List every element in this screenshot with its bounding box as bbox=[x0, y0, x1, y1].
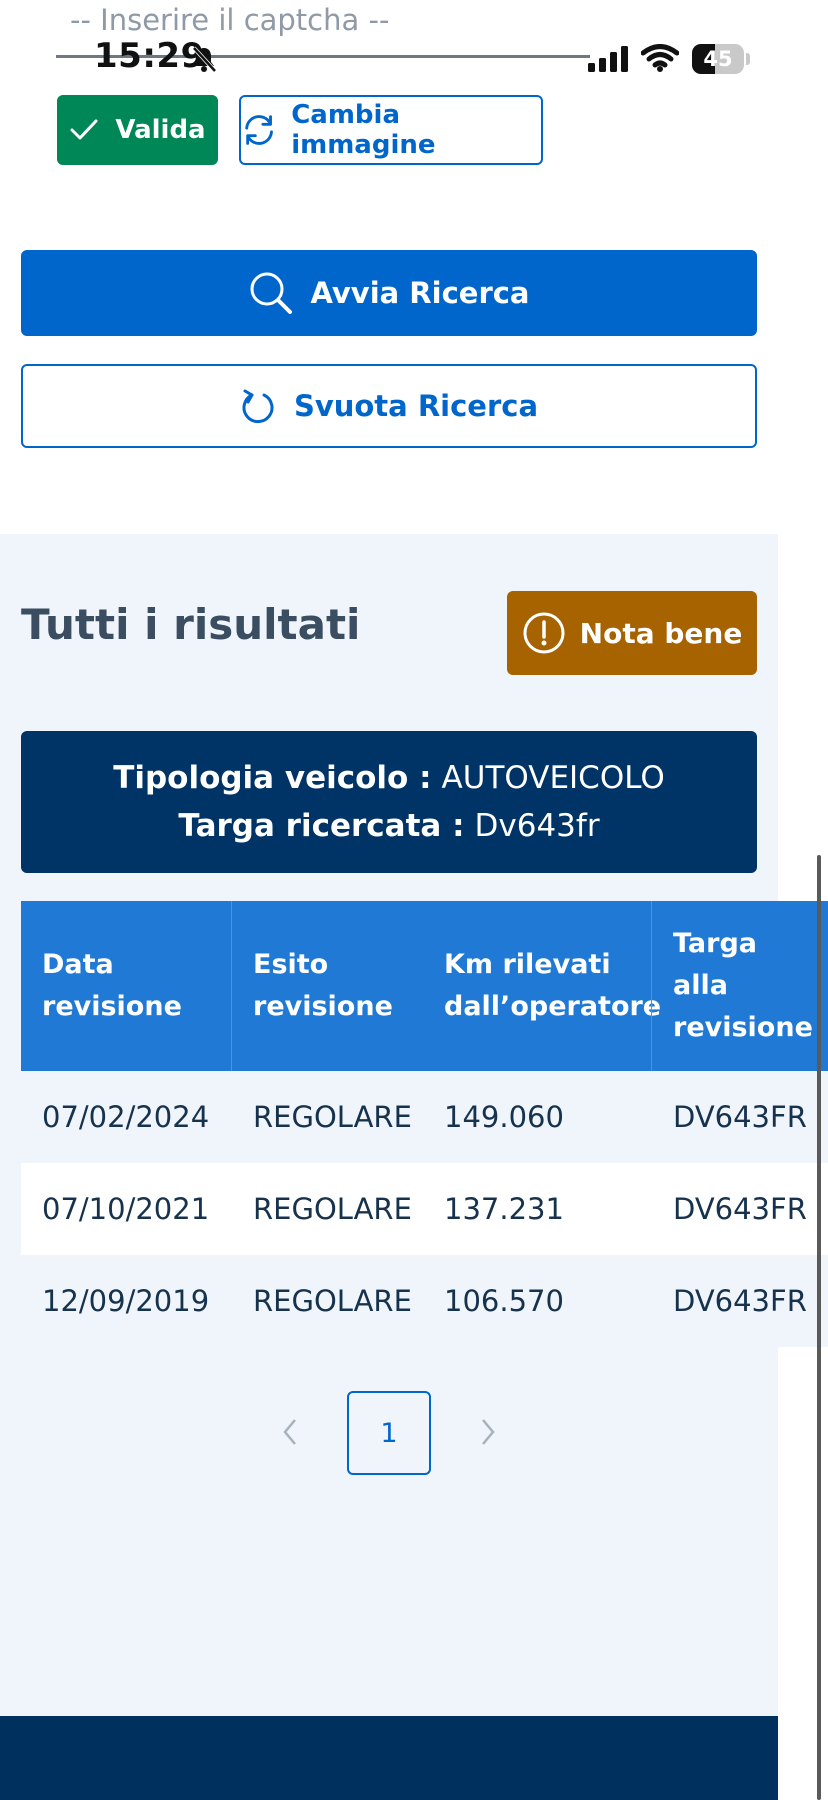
table-row: 07/10/2021 REGOLARE 137.231 DV643FR bbox=[21, 1163, 828, 1255]
nota-bene-button[interactable]: Nota bene bbox=[507, 591, 757, 675]
battery-icon: 45 bbox=[692, 44, 744, 74]
table-row: 07/02/2024 REGOLARE 149.060 DV643FR bbox=[21, 1071, 828, 1163]
avvia-ricerca-button[interactable]: Avvia Ricerca bbox=[21, 250, 757, 336]
vehicle-info-box: Tipologia veicolo : AUTOVEICOLO Targa ric… bbox=[21, 731, 757, 873]
tipologia-row: Tipologia veicolo : AUTOVEICOLO bbox=[113, 760, 665, 796]
cell-km: 137.231 bbox=[444, 1192, 564, 1226]
tipologia-value: AUTOVEICOLO bbox=[441, 760, 665, 796]
cell-data: 07/02/2024 bbox=[42, 1100, 210, 1134]
cambia-immagine-label: Cambia immagine bbox=[291, 100, 436, 160]
targa-row: Targa ricercata : Dv643fr bbox=[178, 808, 599, 844]
cell-esito: REGOLARE bbox=[253, 1284, 412, 1318]
table-header: Data revisione Esito revisione Km rilevati… bbox=[21, 901, 828, 1071]
page-footer bbox=[0, 1716, 778, 1800]
cell-targa: DV643FR bbox=[673, 1284, 807, 1318]
cell-data: 07/10/2021 bbox=[42, 1192, 210, 1226]
results-title: Tutti i risultati bbox=[21, 600, 361, 649]
battery-percent: 45 bbox=[703, 47, 733, 71]
battery-tip bbox=[746, 53, 750, 65]
cell-data: 12/09/2019 bbox=[42, 1284, 210, 1318]
cellular-signal-icon bbox=[588, 46, 628, 72]
captcha-input[interactable]: -- Inserire il captcha -- bbox=[70, 0, 389, 40]
tipologia-label: Tipologia veicolo : bbox=[113, 760, 432, 796]
avvia-ricerca-label: Avvia Ricerca bbox=[310, 276, 530, 310]
alert-circle-icon bbox=[523, 612, 565, 654]
targa-label: Targa ricercata : bbox=[178, 808, 465, 844]
search-icon bbox=[250, 272, 293, 314]
header-km-rilevati: Km rilevati dall’operatore bbox=[444, 949, 662, 1022]
table-row: 12/09/2019 REGOLARE 106.570 DV643FR bbox=[21, 1255, 828, 1347]
cambia-immagine-button[interactable]: Cambia immagine bbox=[239, 95, 543, 165]
svuota-ricerca-label: Svuota Ricerca bbox=[293, 389, 539, 423]
svuota-ricerca-button[interactable]: Svuota Ricerca bbox=[21, 364, 757, 448]
pagination-next-icon[interactable] bbox=[478, 1417, 498, 1447]
valida-button[interactable]: Valida bbox=[57, 95, 218, 165]
pagination-page-1[interactable]: 1 bbox=[347, 1391, 431, 1475]
nota-bene-label: Nota bene bbox=[579, 616, 743, 650]
pagination-prev-icon[interactable] bbox=[280, 1417, 300, 1447]
bell-muted-icon bbox=[192, 46, 217, 73]
header-divider bbox=[651, 901, 652, 1071]
header-targa-revisione: Targa alla revisione bbox=[673, 928, 813, 1043]
header-data-revisione: Data revisione bbox=[42, 949, 182, 1022]
wifi-icon bbox=[641, 44, 679, 72]
cell-esito: REGOLARE bbox=[253, 1192, 412, 1226]
cell-esito: REGOLARE bbox=[253, 1100, 412, 1134]
header-divider bbox=[231, 901, 232, 1071]
header-esito-revisione: Esito revisione bbox=[253, 949, 393, 1022]
valida-label: Valida bbox=[115, 115, 206, 145]
refresh-icon bbox=[245, 115, 273, 145]
scrollbar[interactable] bbox=[817, 855, 821, 1800]
cell-km: 149.060 bbox=[444, 1100, 564, 1134]
cell-km: 106.570 bbox=[444, 1284, 564, 1318]
reset-icon bbox=[242, 389, 274, 424]
targa-value: Dv643fr bbox=[474, 808, 600, 844]
cell-targa: DV643FR bbox=[673, 1100, 807, 1134]
revisioni-table: Data revisione Esito revisione Km rilevati… bbox=[21, 901, 828, 1347]
checkmark-icon bbox=[70, 119, 98, 140]
cell-targa: DV643FR bbox=[673, 1192, 807, 1226]
status-time: 15:29 bbox=[94, 36, 205, 76]
